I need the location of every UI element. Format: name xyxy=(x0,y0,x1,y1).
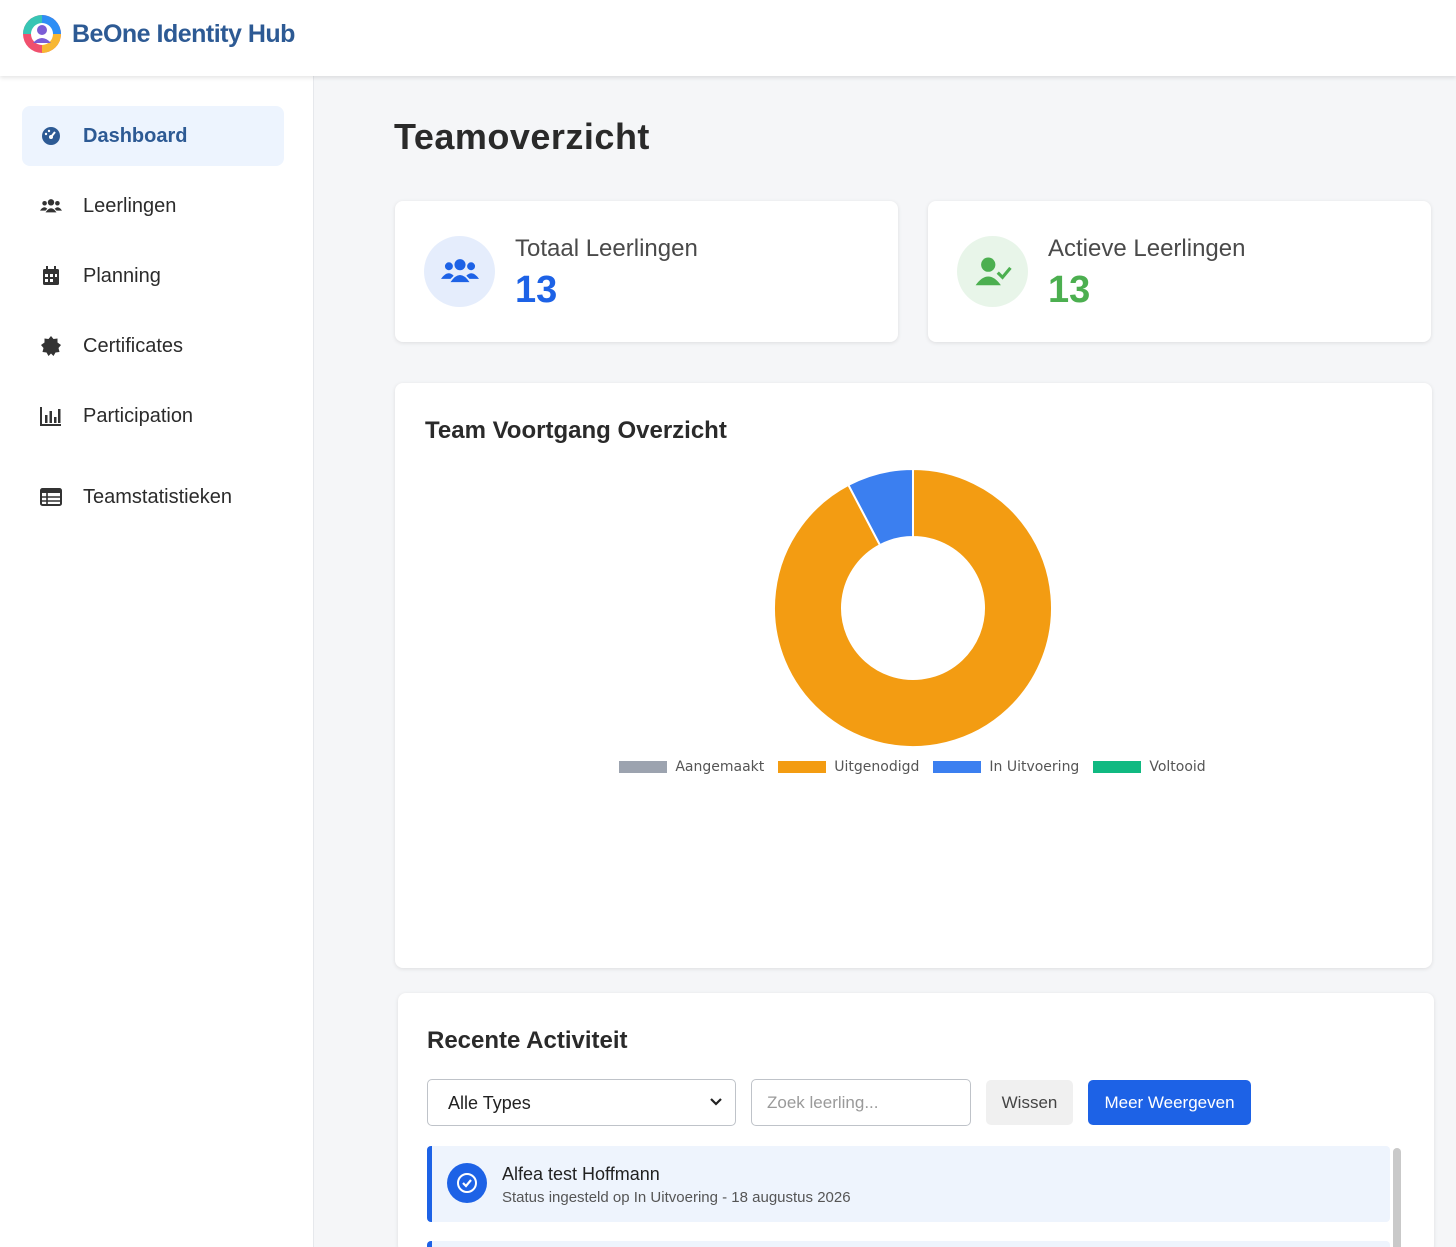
legend-item-uitgenodigd[interactable]: Uitgenodigd xyxy=(778,759,919,775)
page-title: Teamoverzicht xyxy=(394,116,650,157)
type-filter-select[interactable]: Alle Types xyxy=(427,1079,736,1126)
sidebar-item-leerlingen[interactable]: Leerlingen xyxy=(22,176,284,236)
sidebar-item-label: Planning xyxy=(83,265,161,287)
sidebar-item-teamstatistieken[interactable]: Teamstatistieken xyxy=(22,467,284,527)
activity-student-name: Alfea test Hoffmann xyxy=(502,1164,660,1184)
check-circle-icon xyxy=(447,1163,487,1203)
chevron-down-icon xyxy=(710,1098,722,1106)
stat-card-active: Actieve Leerlingen 13 xyxy=(928,201,1431,342)
sidebar-item-label: Dashboard xyxy=(83,125,188,147)
activity-item[interactable]: Alfea test Hoffmann Status ingesteld op … xyxy=(427,1146,1390,1222)
stat-value: 13 xyxy=(515,269,558,311)
table-icon xyxy=(40,488,62,506)
legend-swatch xyxy=(619,761,668,773)
legend-item-aangemaakt[interactable]: Aangemaakt xyxy=(619,759,764,775)
users-icon xyxy=(40,199,62,213)
type-filter-value: Alle Types xyxy=(448,1093,531,1113)
legend-swatch xyxy=(933,761,982,773)
donut-chart xyxy=(773,467,1053,748)
stat-icon-circle xyxy=(424,236,495,307)
legend-swatch xyxy=(778,761,827,773)
stat-card-total: Totaal Leerlingen 13 xyxy=(395,201,898,342)
sidebar-item-planning[interactable]: Planning xyxy=(22,246,284,306)
team-progress-chart-card: Team Voortgang Overzicht Aangemaakt Uitge… xyxy=(395,383,1432,968)
sidebar-item-certificates[interactable]: Certificates xyxy=(22,316,284,376)
sidebar-item-dashboard[interactable]: Dashboard xyxy=(22,106,284,166)
activity-title: Recente Activiteit xyxy=(427,1027,628,1054)
calendar-icon xyxy=(43,266,59,285)
stat-icon-circle xyxy=(957,236,1028,307)
activity-item[interactable] xyxy=(427,1241,1390,1247)
stat-value: 13 xyxy=(1048,269,1091,311)
legend-label: Uitgenodigd xyxy=(834,759,920,775)
sidebar-item-label: Certificates xyxy=(83,335,184,357)
legend-item-voltooid[interactable]: Voltooid xyxy=(1093,759,1206,775)
activity-scrollbar[interactable] xyxy=(1393,1148,1401,1247)
chart-legend: Aangemaakt Uitgenodigd In Uitvoering Voltoo… xyxy=(395,759,1432,775)
show-more-button[interactable]: Meer Weergeven xyxy=(1088,1080,1251,1125)
stat-label: Actieve Leerlingen xyxy=(1048,235,1246,262)
legend-item-in-uitvoering[interactable]: In Uitvoering xyxy=(933,759,1079,775)
recent-activity-card: Recente Activiteit Alle Types Wissen Mee… xyxy=(398,993,1434,1247)
legend-label: In Uitvoering xyxy=(989,759,1080,775)
legend-swatch xyxy=(1093,761,1142,773)
clear-button[interactable]: Wissen xyxy=(986,1080,1073,1125)
student-search-input[interactable] xyxy=(751,1079,971,1126)
logo-icon xyxy=(23,15,61,53)
stat-label: Totaal Leerlingen xyxy=(515,235,698,262)
user-check-icon xyxy=(975,257,1012,286)
bar-chart-icon xyxy=(40,407,61,426)
legend-label: Voltooid xyxy=(1149,759,1206,775)
top-bar: BeOne Identity Hub xyxy=(0,0,1456,76)
sidebar: Dashboard Leerlingen Planning Certificat… xyxy=(0,76,314,1247)
activity-description: Status ingesteld op In Uitvoering - 18 a… xyxy=(502,1189,851,1206)
legend-label: Aangemaakt xyxy=(675,759,765,775)
sidebar-item-label: Participation xyxy=(83,405,194,427)
sidebar-item-participation[interactable]: Participation xyxy=(22,386,284,446)
app-title: BeOne Identity Hub xyxy=(72,20,295,48)
users-icon xyxy=(441,259,479,283)
certificate-badge-icon xyxy=(41,336,61,356)
sidebar-item-label: Teamstatistieken xyxy=(83,486,232,508)
dashboard-gauge-icon xyxy=(42,127,60,145)
sidebar-item-label: Leerlingen xyxy=(83,195,177,217)
